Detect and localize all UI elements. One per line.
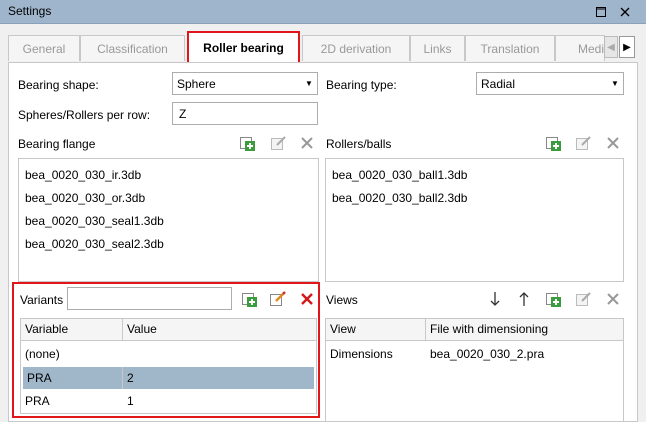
- tab-2d-derivation[interactable]: 2D derivation: [302, 35, 410, 61]
- move-up-button[interactable]: [516, 291, 532, 307]
- tab-scroll-left-button[interactable]: ◀: [604, 36, 618, 58]
- list-item[interactable]: bea_0020_030_or.3db: [25, 191, 145, 205]
- edit-icon: [576, 136, 591, 150]
- edit-icon: [270, 291, 286, 306]
- bearing-type-value: Radial: [481, 77, 516, 91]
- window-title: Settings: [8, 4, 52, 18]
- edit-icon: [576, 292, 591, 306]
- rollers-balls-list[interactable]: bea_0020_030_ball1.3db bea_0020_030_ball…: [325, 158, 624, 282]
- add-icon: [240, 137, 255, 151]
- tab-classification[interactable]: Classification: [80, 35, 185, 61]
- cell-variable: PRA: [23, 367, 123, 389]
- tab-translation[interactable]: Translation: [465, 35, 555, 61]
- delete-flange-button[interactable]: [299, 135, 315, 151]
- cell-view: Dimensions: [330, 347, 393, 361]
- list-item[interactable]: bea_0020_030_ir.3db: [25, 168, 141, 182]
- edit-icon: [271, 136, 286, 150]
- chevron-down-icon: ▼: [611, 79, 619, 88]
- delete-roller-button[interactable]: [605, 135, 621, 151]
- views-table-header: View File with dimensioning: [326, 319, 623, 341]
- title-bar: [0, 0, 646, 24]
- delete-view-button[interactable]: [605, 291, 621, 307]
- chevron-down-icon: ▼: [305, 79, 313, 88]
- add-variant-button[interactable]: [242, 291, 258, 307]
- column-header-file[interactable]: File with dimensioning: [426, 319, 623, 340]
- bearing-type-select[interactable]: Radial ▼: [476, 72, 624, 95]
- list-item[interactable]: bea_0020_030_ball2.3db: [332, 191, 467, 205]
- chevron-left-icon: ◀: [607, 41, 615, 53]
- list-item[interactable]: bea_0020_030_ball1.3db: [332, 168, 467, 182]
- bearing-flange-list[interactable]: bea_0020_030_ir.3db bea_0020_030_or.3db …: [18, 158, 319, 282]
- rows-per-row-value: Z: [179, 107, 187, 121]
- tab-roller-bearing[interactable]: Roller bearing: [187, 31, 300, 63]
- cell-value: [123, 343, 316, 365]
- variant-name-input[interactable]: [67, 287, 232, 310]
- tab-general[interactable]: General: [8, 35, 80, 61]
- tab-links[interactable]: Links: [410, 35, 465, 61]
- column-header-value[interactable]: Value: [123, 319, 316, 340]
- add-roller-button[interactable]: [546, 135, 562, 151]
- bearing-type-label: Bearing type:: [326, 78, 397, 92]
- views-table[interactable]: View File with dimensioning Dimensions b…: [325, 318, 624, 422]
- restore-button[interactable]: [592, 3, 610, 21]
- bearing-shape-label: Bearing shape:: [18, 78, 99, 92]
- rows-per-row-input[interactable]: Z: [172, 102, 318, 125]
- variants-table-header: Variable Value: [21, 319, 316, 341]
- bearing-shape-select[interactable]: Sphere ▼: [172, 72, 318, 95]
- add-flange-button[interactable]: [240, 135, 256, 151]
- delete-icon: [607, 293, 619, 305]
- list-item[interactable]: bea_0020_030_seal2.3db: [25, 237, 164, 251]
- variants-label: Variants: [20, 293, 64, 307]
- close-icon: [620, 7, 630, 17]
- add-icon: [242, 293, 257, 307]
- bearing-flange-label: Bearing flange: [18, 137, 96, 151]
- cell-value: 2: [127, 371, 134, 385]
- table-row[interactable]: Dimensions bea_0020_030_2.pra: [326, 343, 623, 365]
- tab-medi[interactable]: Medi: [555, 35, 605, 61]
- views-label: Views: [326, 293, 358, 307]
- table-row[interactable]: PRA 1: [21, 390, 316, 412]
- rows-per-row-label: Spheres/Rollers per row:: [18, 108, 151, 122]
- edit-roller-button[interactable]: [576, 135, 592, 151]
- move-down-button[interactable]: [487, 291, 503, 307]
- table-row[interactable]: (none): [21, 343, 316, 365]
- arrow-down-icon: [490, 292, 500, 306]
- delete-icon: [301, 293, 313, 305]
- bearing-shape-value: Sphere: [177, 77, 216, 91]
- close-button[interactable]: [616, 3, 634, 21]
- rollers-balls-label: Rollers/balls: [326, 137, 392, 151]
- table-row-selected[interactable]: PRA 2: [23, 367, 314, 389]
- add-view-button[interactable]: [546, 291, 562, 307]
- edit-variant-button[interactable]: [270, 291, 286, 307]
- arrow-up-icon: [519, 292, 529, 306]
- column-header-view[interactable]: View: [326, 319, 426, 340]
- column-header-variable[interactable]: Variable: [21, 319, 123, 340]
- chevron-right-icon: ▶: [623, 41, 631, 53]
- cell-file: bea_0020_030_2.pra: [430, 347, 545, 361]
- delete-icon: [607, 137, 619, 149]
- cell-value: 1: [127, 394, 134, 408]
- cell-variable: PRA: [25, 394, 50, 408]
- restore-icon: [596, 7, 606, 17]
- edit-view-button[interactable]: [576, 291, 592, 307]
- edit-flange-button[interactable]: [271, 135, 287, 151]
- delete-variant-button[interactable]: [299, 291, 315, 307]
- variants-table[interactable]: Variable Value (none) PRA 2 PRA 1: [20, 318, 317, 414]
- delete-icon: [301, 137, 313, 149]
- tab-scroll-right-button[interactable]: ▶: [619, 36, 635, 58]
- add-icon: [546, 137, 561, 151]
- list-item[interactable]: bea_0020_030_seal1.3db: [25, 214, 164, 228]
- add-icon: [546, 293, 561, 307]
- cell-variable: (none): [25, 347, 60, 361]
